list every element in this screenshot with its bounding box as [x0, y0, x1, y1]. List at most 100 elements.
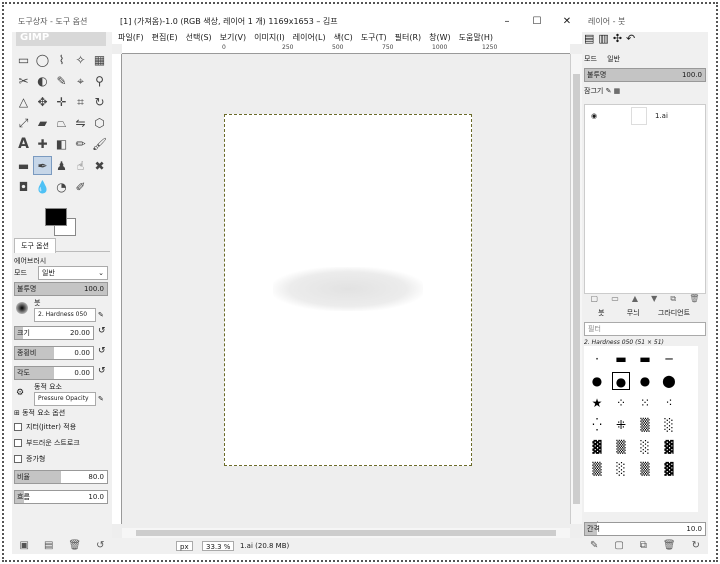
horizontal-ruler[interactable]: 0 250 500 750 1000 1250: [122, 44, 570, 54]
brush-bar-thin-icon[interactable]: ▬: [636, 350, 654, 368]
perspective-icon[interactable]: ⏢: [52, 114, 71, 133]
rotate-icon[interactable]: ↻: [90, 93, 109, 112]
pencil-icon[interactable]: ✏: [71, 135, 90, 154]
incremental-checkbox-row[interactable]: 증가형: [14, 452, 110, 466]
brush-splatter-1-icon[interactable]: ⁘: [612, 394, 630, 412]
menu-help[interactable]: 도움말(H): [459, 33, 493, 42]
paths-icon[interactable]: ✎: [52, 72, 71, 91]
brush-texture-1-icon[interactable]: ▒: [636, 416, 654, 434]
jitter-checkbox[interactable]: [14, 423, 22, 431]
new-brush-icon[interactable]: ▢: [614, 538, 623, 554]
image-canvas[interactable]: [224, 114, 472, 466]
heal-cross-icon[interactable]: ✖: [90, 157, 109, 176]
brush-star-icon[interactable]: ★: [588, 394, 606, 412]
reset-angle-icon[interactable]: ↺: [98, 366, 106, 376]
menu-layer[interactable]: 레이어(L): [293, 33, 326, 42]
dynamics-options-expander[interactable]: ⊞ 동적 요소 옵션: [14, 406, 110, 420]
align-icon[interactable]: ✛: [52, 93, 71, 112]
color-picker-icon[interactable]: ⌖: [71, 72, 90, 91]
cage-icon[interactable]: ⬡: [90, 114, 109, 133]
paintbrush-icon[interactable]: 🖌: [90, 135, 109, 154]
measure-icon[interactable]: △: [14, 93, 33, 112]
minimize-button[interactable]: –: [492, 12, 522, 32]
incremental-checkbox[interactable]: [14, 455, 22, 463]
visibility-eye-icon[interactable]: ◉: [591, 105, 597, 127]
vertical-scrollbar[interactable]: [570, 54, 582, 524]
brush-texture-9-icon[interactable]: ▒: [636, 460, 654, 478]
ink-icon[interactable]: ♟: [52, 157, 71, 176]
refresh-brushes-icon[interactable]: ↻: [692, 538, 700, 554]
edit-brush-icon[interactable]: ✎: [98, 308, 104, 322]
spacing-slider[interactable]: 간격 10.0: [584, 522, 706, 536]
smooth-checkbox[interactable]: [14, 439, 22, 447]
brush-texture-8-icon[interactable]: ░: [612, 460, 630, 478]
reset-options-icon[interactable]: ↺: [96, 538, 104, 554]
paths-tab-icon[interactable]: ✣: [613, 32, 626, 45]
brush-texture-5-icon[interactable]: ░: [636, 438, 654, 456]
fuzzy-select-icon[interactable]: ✧: [71, 51, 90, 70]
brush-filter-input[interactable]: 필터: [584, 322, 706, 336]
brush-texture-6-icon[interactable]: ▓: [660, 438, 678, 456]
close-button[interactable]: ✕: [552, 12, 582, 32]
angle-slider[interactable]: 각도 0.00: [14, 366, 94, 380]
unit-select[interactable]: px: [176, 541, 193, 551]
menu-file[interactable]: 파일(F): [118, 33, 144, 42]
by-color-select-icon[interactable]: ▦: [90, 51, 109, 70]
flow-slider[interactable]: 흐름 10.0: [14, 490, 108, 504]
foreground-color-swatch[interactable]: [45, 208, 67, 226]
layers-tab-icon[interactable]: ▤: [584, 32, 598, 45]
flip-icon[interactable]: ⇋: [71, 114, 90, 133]
layer-opacity-slider[interactable]: 불투명 100.0: [584, 68, 706, 82]
shear-icon[interactable]: ▰: [33, 114, 52, 133]
aspect-ratio-slider[interactable]: 종횡비 0.00: [14, 346, 94, 360]
edit-brush-action-icon[interactable]: ✎: [590, 538, 598, 554]
menu-colors[interactable]: 색(C): [334, 33, 353, 42]
brush-texture-2-icon[interactable]: ░: [660, 416, 678, 434]
brush-splatter-3-icon[interactable]: ⁖: [660, 394, 678, 412]
blur-icon[interactable]: 💧: [33, 178, 52, 197]
edit-dynamics-icon[interactable]: ✎: [98, 392, 104, 406]
brush-grid[interactable]: · ▬ ▬ ─ ● ● ● ⬤ ★ ⁘ ⁙ ⁖ ⁛ ⁜ ▒ ░ ▓ ▒ ░ ▓ ▒ ░ ▒ ▓: [584, 346, 698, 512]
brush-bar-icon[interactable]: ▬: [612, 350, 630, 368]
brush-texture-4-icon[interactable]: ▒: [612, 438, 630, 456]
horizontal-scrollbar[interactable]: [122, 528, 570, 538]
clone-icon[interactable]: ◧: [52, 135, 71, 154]
menu-select[interactable]: 선택(S): [186, 33, 212, 42]
raise-layer-icon[interactable]: ▲: [632, 294, 638, 304]
zoom-select[interactable]: 33.3 %: [202, 541, 235, 551]
brush-line-icon[interactable]: ─: [660, 350, 678, 368]
foreground-select-icon[interactable]: ◐: [33, 72, 52, 91]
brush-dot-small-icon[interactable]: ·: [588, 350, 606, 368]
brush-name-field[interactable]: 2. Hardness 050: [34, 308, 96, 322]
menu-image[interactable]: 이미지(I): [254, 33, 285, 42]
new-layer-icon[interactable]: ▢: [591, 294, 599, 304]
reset-size-icon[interactable]: ↺: [98, 326, 106, 336]
jitter-checkbox-row[interactable]: 지터(Jitter) 적용: [14, 420, 110, 434]
airbrush-icon[interactable]: ✒: [33, 156, 52, 175]
menu-windows[interactable]: 창(W): [429, 33, 451, 42]
maximize-button[interactable]: ☐: [522, 12, 552, 32]
mypaint-icon[interactable]: ✐: [71, 178, 90, 197]
brush-texture-7-icon[interactable]: ▒: [588, 460, 606, 478]
dynamics-icon[interactable]: ⚙: [16, 386, 24, 400]
tab-gradients[interactable]: 그라디언트: [658, 309, 690, 317]
tab-brushes[interactable]: 붓: [598, 309, 604, 317]
opacity-slider[interactable]: 불투명 100.0: [14, 282, 108, 296]
layer-mode-value[interactable]: 일반: [607, 55, 620, 63]
menu-tools[interactable]: 도구(T): [361, 33, 387, 42]
brush-preview-icon[interactable]: [16, 302, 28, 314]
lock-alpha-icon[interactable]: ▦: [614, 87, 621, 95]
brush-splatter-2-icon[interactable]: ⁙: [636, 394, 654, 412]
brush-texture-10-icon[interactable]: ▓: [660, 460, 678, 478]
canvas-area[interactable]: [122, 54, 570, 524]
text-icon[interactable]: A: [14, 135, 33, 154]
vertical-scroll-thumb[interactable]: [573, 74, 580, 504]
menu-filters[interactable]: 필터(R): [395, 33, 422, 42]
free-select-icon[interactable]: ⌇: [52, 51, 71, 70]
duplicate-layer-icon[interactable]: ⧉: [670, 294, 676, 304]
mode-select[interactable]: 일반 ⌄: [38, 266, 108, 280]
delete-brush-icon[interactable]: 🗑: [663, 538, 676, 554]
bucket-fill-icon[interactable]: ◘: [14, 178, 33, 197]
restore-options-icon[interactable]: ▤: [44, 538, 53, 554]
size-slider[interactable]: 크기 20.00: [14, 326, 94, 340]
